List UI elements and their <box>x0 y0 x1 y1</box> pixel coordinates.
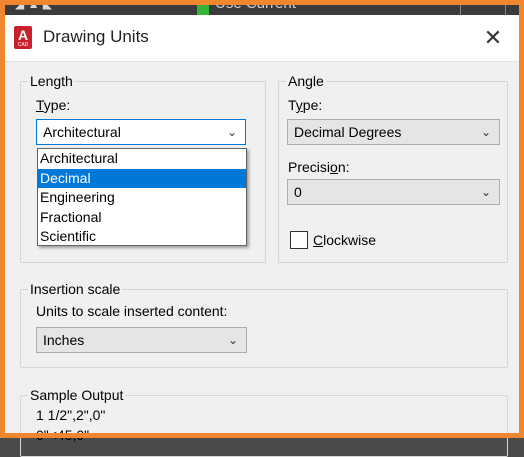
length-type-dropdown-list: Architectural Decimal Engineering Fracti… <box>37 148 247 246</box>
length-group-label: Length <box>28 73 75 89</box>
close-icon: ✕ <box>483 25 503 50</box>
dialog-body: Length Type: Architectural ⌄ Architectur… <box>5 62 519 457</box>
angle-precision-value: 0 <box>294 184 302 200</box>
background-toolbar: ◢ ▲ ◣ Use Current <box>5 0 519 15</box>
background-icons: ◢ ▲ ◣ <box>15 0 53 11</box>
background-separator <box>505 3 506 15</box>
sample-output-line: 0"<45,0" <box>36 427 90 443</box>
sample-output-line: 1 1/2",2",0" <box>36 407 106 423</box>
clockwise-checkbox[interactable] <box>290 231 308 249</box>
app-icon-caption: CAD <box>17 42 29 48</box>
dropdown-option-scientific[interactable]: Scientific <box>38 227 246 247</box>
angle-precision-label: Precision: <box>288 159 350 175</box>
insertion-scale-label: Insertion scale <box>28 281 123 297</box>
chevron-down-icon: ⌄ <box>480 185 491 199</box>
dropdown-option-fractional[interactable]: Fractional <box>38 208 246 228</box>
angle-type-select[interactable]: Decimal Degrees ⌄ <box>287 119 500 145</box>
dialog-title: Drawing Units <box>43 27 149 46</box>
sample-output-label: Sample Output <box>28 387 126 403</box>
length-type-value: Architectural <box>43 124 121 140</box>
close-button[interactable]: ✕ <box>477 22 509 54</box>
dropdown-option-decimal[interactable]: Decimal <box>38 168 246 188</box>
dialog-titlebar: A CAD Drawing Units ✕ <box>5 15 519 62</box>
clockwise-label[interactable]: Clockwise <box>313 232 376 248</box>
dropdown-option-engineering[interactable]: Engineering <box>38 188 246 208</box>
background-label: Use Current <box>215 0 296 12</box>
color-swatch <box>197 3 209 15</box>
autocad-icon: A CAD <box>14 26 32 49</box>
angle-group-label: Angle <box>286 73 326 89</box>
insertion-units-value: Inches <box>43 332 85 348</box>
chevron-down-icon: ⌄ <box>226 125 237 139</box>
angle-type-value: Decimal Degrees <box>294 124 402 140</box>
length-type-select[interactable]: Architectural ⌄ <box>36 119 246 145</box>
app-icon-letter: A <box>17 27 29 43</box>
chevron-down-icon: ⌄ <box>227 333 238 347</box>
chevron-down-icon: ⌄ <box>480 125 491 139</box>
length-type-label: Type: <box>36 97 71 113</box>
angle-precision-select[interactable]: 0 ⌄ <box>287 179 500 205</box>
background-separator <box>460 3 461 15</box>
sample-output-group: Sample Output <box>20 387 508 457</box>
angle-type-label: Type: <box>288 97 323 113</box>
dropdown-option-architectural[interactable]: Architectural <box>38 149 246 169</box>
insertion-units-select[interactable]: Inches ⌄ <box>36 327 247 353</box>
insertion-units-label: Units to scale inserted content: <box>36 303 228 319</box>
